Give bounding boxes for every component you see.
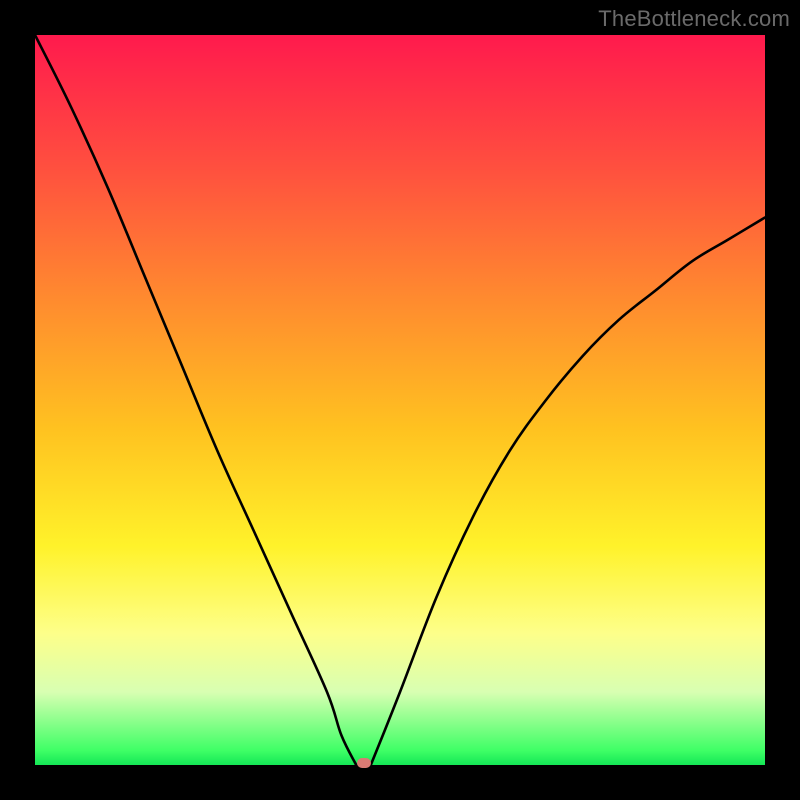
curve-right-branch [371, 218, 765, 766]
watermark-text: TheBottleneck.com [598, 6, 790, 32]
chart-frame: TheBottleneck.com [0, 0, 800, 800]
bottleneck-curve [35, 35, 765, 765]
curve-left-branch [35, 35, 356, 765]
plot-area [35, 35, 765, 765]
optimum-marker [357, 758, 371, 768]
